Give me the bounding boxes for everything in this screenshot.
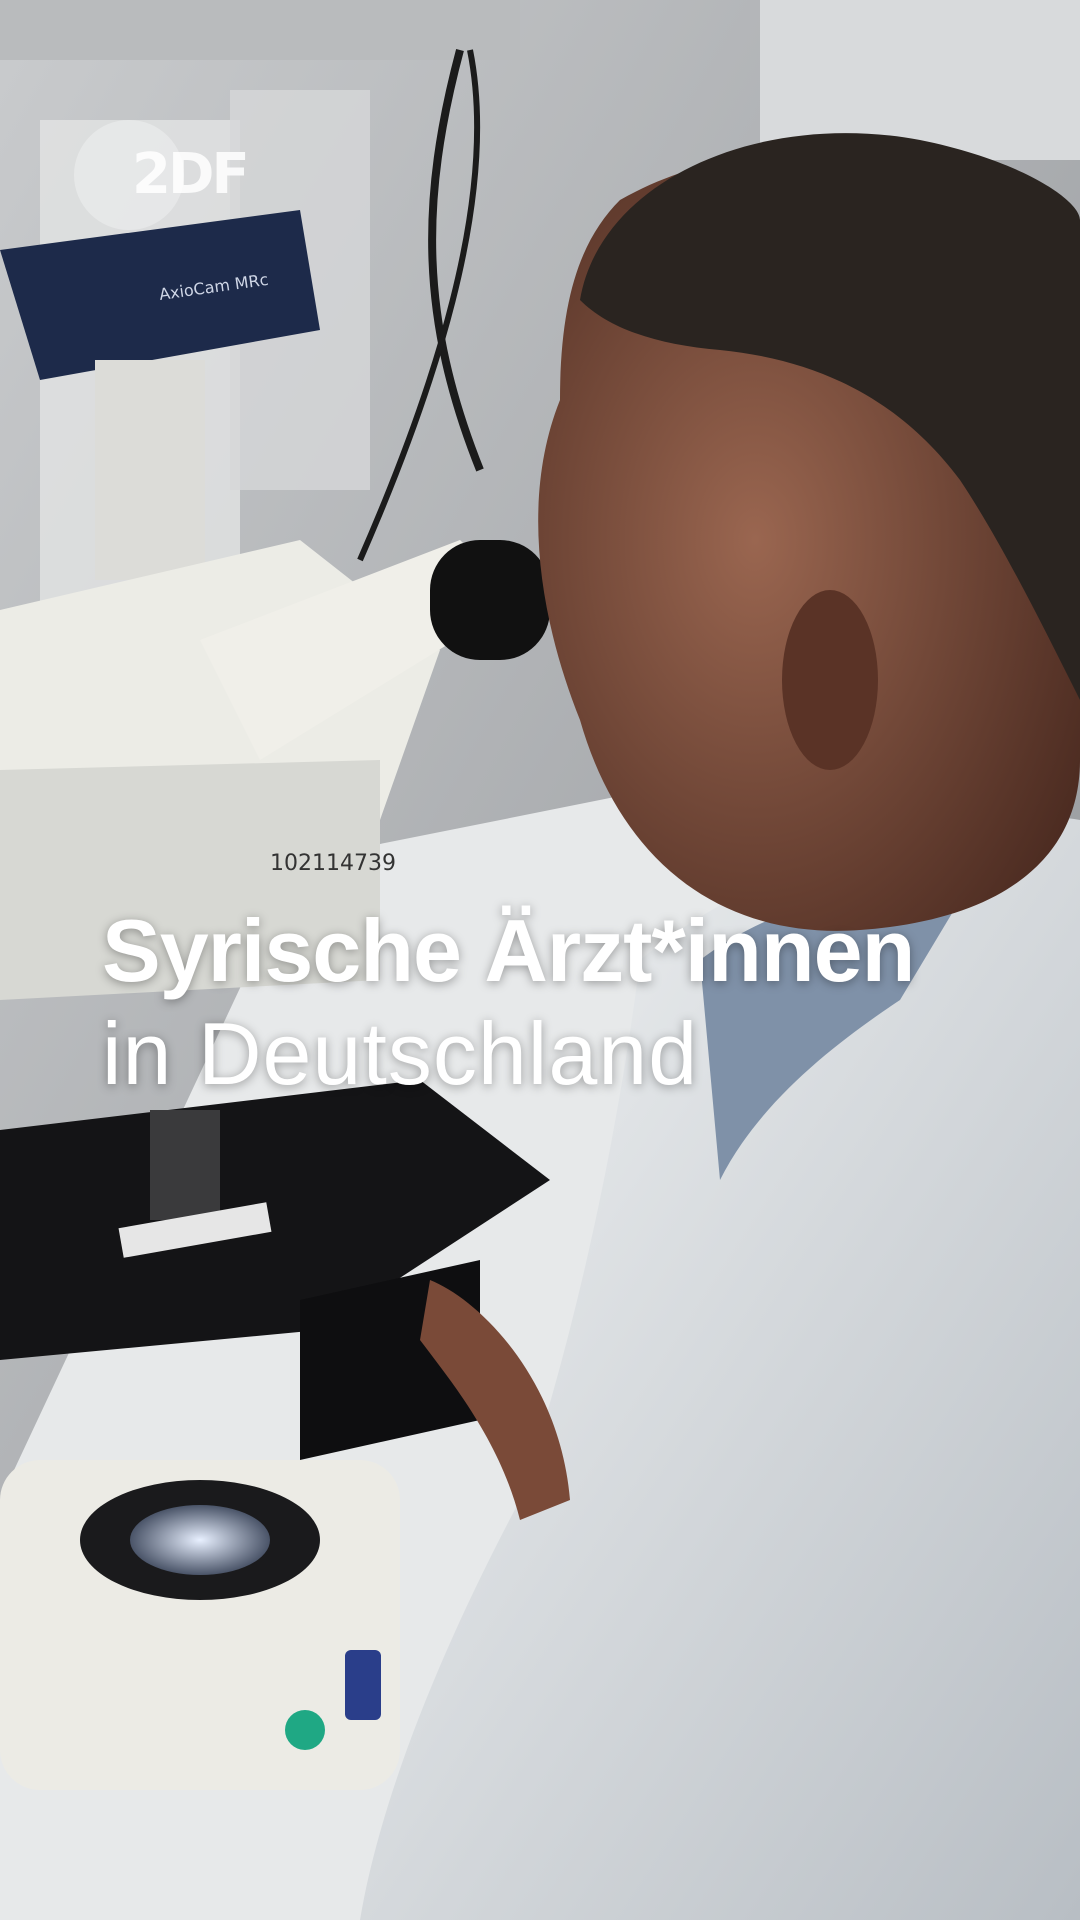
light-lens [130,1505,270,1575]
ear [782,590,878,770]
serial-label: 102114739 [270,851,396,876]
eyepiece [430,540,550,660]
shelf [0,0,520,60]
camera-mount [95,360,205,580]
headline: Syrische Ärzt*innen in Deutschland [102,900,1062,1107]
channel-logo: 2DF [74,120,264,230]
status-dot [285,1710,325,1750]
brand-badge [345,1650,381,1720]
logo-text: 2DF [132,142,250,207]
objective [150,1110,220,1220]
headline-line-2: in Deutschland [102,1004,699,1104]
headline-line-1: Syrische Ärzt*innen [102,901,915,1000]
